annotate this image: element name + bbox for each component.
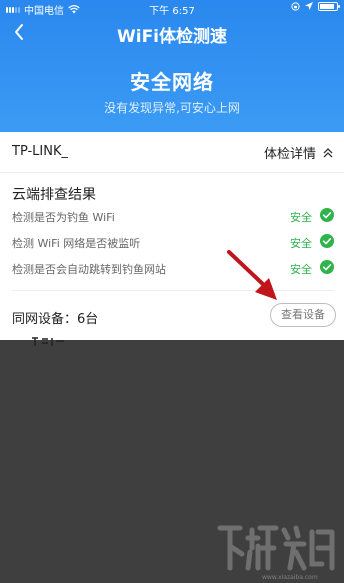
cloud-check-title: 云端排查结果 [12,187,96,203]
detail-toggle-button[interactable]: 体检详情 [264,143,334,162]
divider [12,290,334,291]
check-circle-icon [320,260,334,274]
rotation-lock-icon [291,2,300,11]
check-item-label: 检测是否为钓鱼 WiFi [12,211,115,224]
result-title: 安全网络 [130,70,214,94]
check-item: 检测是否为钓鱼 WiFi 安全 [12,206,334,226]
annotation-arrow [227,250,277,300]
check-circle-icon [320,234,334,248]
check-item-label: 检测 WiFi 网络是否被监听 [12,237,141,250]
header: 中国电信 下午 6:57 WiFi体检测速 安全网络 没有发现异常,可安心上网 [0,0,344,132]
obscured-text-fragment [32,337,64,346]
status-right [291,2,340,11]
nav-bar: WiFi体检测速 [0,18,344,48]
detail-toggle-label: 体检详情 [263,147,316,162]
result-card: TP-LINK_ 体检详情 云端排查结果 检测是否为钓鱼 WiFi 安全 检测 … [0,132,344,340]
result-subtitle: 没有发现异常,可安心上网 [104,101,240,115]
page-title: WiFi体检测速 [116,27,228,47]
check-item-status: 安全 [290,263,312,276]
check-item: 检测是否会自动跳转到钓鱼网站 安全 [12,258,334,278]
check-item-status: 安全 [290,211,312,224]
check-item-label: 检测是否会自动跳转到钓鱼网站 [12,263,166,276]
check-circle-icon [320,208,334,222]
network-ssid: TP-LINK_ [12,144,69,159]
check-item-status: 安全 [290,237,312,250]
location-icon [305,2,313,10]
watermark-logo [217,525,335,571]
battery-icon [318,2,340,11]
watermark-url: www.xiazaiba.com [262,574,318,581]
network-row: TP-LINK_ 体检详情 [0,132,344,173]
device-count: 同网设备：6台 [12,312,99,327]
double-chevron-up-icon [323,147,333,157]
status-bar: 中国电信 下午 6:57 [0,0,344,17]
check-item: 检测 WiFi 网络是否被监听 安全 [12,232,334,252]
